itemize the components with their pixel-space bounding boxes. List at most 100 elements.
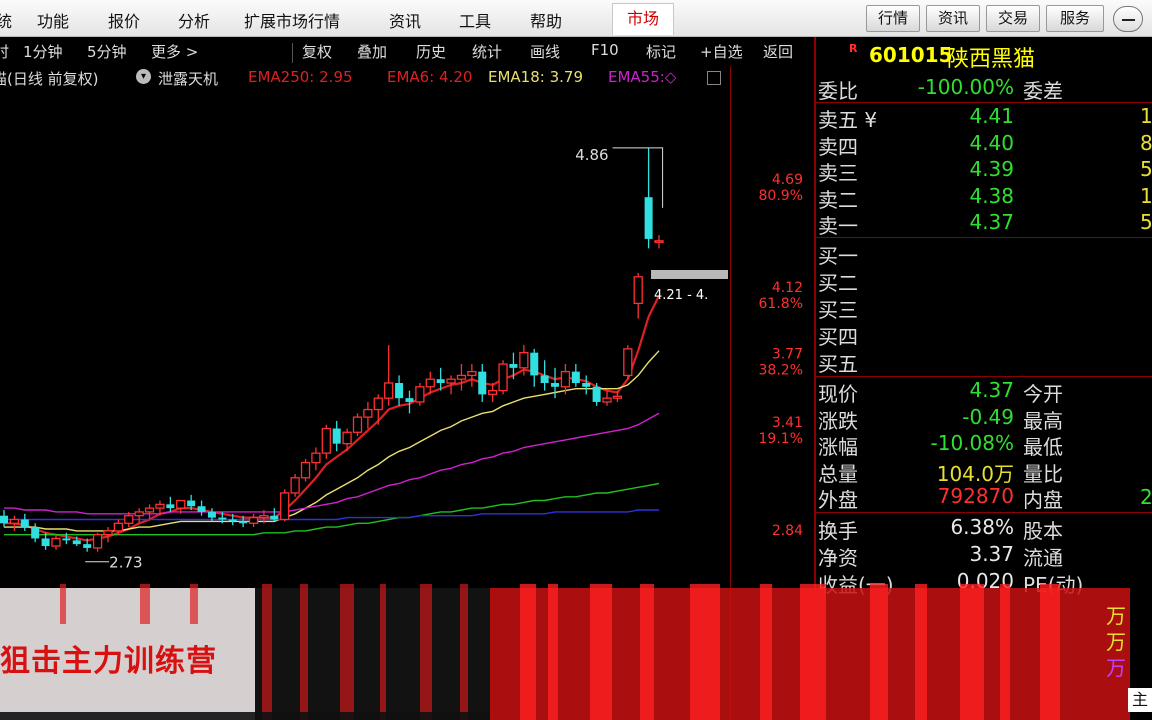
candle[interactable] (488, 383, 498, 402)
stat-0-value: 4.37 (969, 378, 1014, 402)
candle[interactable] (540, 360, 549, 391)
candle[interactable] (571, 364, 580, 387)
candle[interactable] (582, 375, 591, 395)
candle[interactable] (31, 523, 40, 543)
candle[interactable] (456, 364, 467, 391)
percent-tick-label: 61.8% (759, 296, 803, 312)
candle[interactable] (654, 235, 664, 249)
candle[interactable] (633, 273, 643, 319)
weicha-label: 委差 (1023, 79, 1063, 103)
candle[interactable] (134, 508, 144, 524)
range-label: 4.21 - 4. (654, 288, 708, 303)
candle[interactable] (467, 364, 477, 387)
candle[interactable] (384, 345, 394, 406)
candle[interactable] (311, 447, 321, 471)
period-more[interactable]: 更多 > (151, 41, 198, 62)
weibi-label: 委比 (818, 79, 858, 103)
tool-add-watchlist[interactable]: +自选 (700, 41, 743, 62)
candle[interactable] (498, 360, 508, 395)
candle[interactable] (166, 496, 175, 512)
stat-1-label: 涨跌 (818, 408, 858, 433)
candle[interactable] (415, 383, 425, 406)
service-button[interactable]: 服务 (1046, 5, 1104, 32)
indicator-name[interactable]: 泄露天机 (158, 68, 218, 89)
tool-mark[interactable]: 标记 (646, 41, 676, 62)
candle[interactable] (92, 532, 103, 552)
menu-news[interactable]: 资讯 (389, 8, 421, 32)
wan-unit: 万 (1106, 630, 1126, 654)
candle[interactable] (363, 401, 373, 429)
menu-extended-market[interactable]: 扩展市场行情 (244, 8, 340, 32)
main-tab[interactable]: 主 (1128, 688, 1152, 712)
candle[interactable] (509, 352, 518, 380)
candle[interactable] (395, 375, 404, 406)
chart-title: 猫(日线 前复权) (0, 70, 99, 88)
tool-f10[interactable]: F10 (591, 41, 619, 59)
tool-statistics[interactable]: 统计 (472, 41, 502, 62)
ema-line-ema (4, 482, 660, 536)
menu-quote[interactable]: 报价 (108, 8, 140, 32)
tool-draw-line[interactable]: 画线 (530, 41, 560, 62)
tool-history[interactable]: 历史 (416, 41, 446, 62)
tool-adjust[interactable]: 复权 (302, 41, 332, 62)
candle[interactable] (103, 527, 113, 543)
candle[interactable] (321, 424, 331, 459)
period-5min[interactable]: 5分钟 (87, 41, 127, 62)
candle[interactable] (373, 394, 383, 425)
tab-market[interactable]: 市场 (612, 3, 674, 35)
menu-system[interactable]: 统 (0, 8, 12, 32)
toolbar-divider (292, 43, 293, 63)
news-button[interactable]: 资讯 (926, 5, 980, 32)
candle[interactable] (602, 390, 612, 406)
candle[interactable] (332, 420, 341, 452)
stat-2-value: -10.08% (930, 431, 1014, 455)
minimize-button[interactable] (1113, 6, 1143, 32)
percent-tick-label: 19.1% (759, 431, 803, 447)
fund-0-label: 换手 (818, 519, 858, 543)
candle[interactable] (352, 413, 363, 437)
stock-name: 陕西黑猫 (947, 47, 1036, 72)
candle[interactable] (51, 534, 61, 550)
indicator-settings-box[interactable] (707, 71, 721, 85)
sell-level-2-value: 4.38 (969, 183, 1014, 208)
fund-0-extra: 股本 (1023, 519, 1063, 543)
buy-level-1-label: 买一 (818, 244, 858, 268)
candle[interactable] (623, 345, 633, 380)
menu-analysis[interactable]: 分析 (178, 8, 210, 32)
menu-tools[interactable]: 工具 (459, 8, 491, 32)
candle[interactable] (197, 500, 206, 516)
quote-button[interactable]: 行情 (866, 5, 920, 32)
tool-overlay[interactable]: 叠加 (357, 41, 387, 62)
candle[interactable] (280, 489, 290, 522)
percent-tick-label: 38.2% (759, 363, 803, 379)
candle[interactable] (20, 513, 29, 531)
tool-back[interactable]: 返回 (763, 41, 793, 62)
ema-line-ema250 (4, 509, 659, 521)
weibi-value: -100.00% (917, 75, 1014, 99)
candle[interactable] (478, 364, 487, 402)
buy-level-5-label: 买五 (818, 352, 858, 376)
menu-help[interactable]: 帮助 (530, 8, 562, 32)
ema55-label: EMA55:◇ (608, 68, 677, 86)
sell-volume: 1 (1140, 183, 1152, 208)
stat-0-extra: 今开 (1023, 382, 1063, 406)
candle[interactable] (9, 515, 20, 531)
candle[interactable] (0, 510, 8, 528)
candle[interactable] (290, 474, 300, 497)
period-1min[interactable]: 1分钟 (23, 41, 63, 62)
trade-button[interactable]: 交易 (986, 5, 1040, 32)
sell-volume: 5 (1140, 210, 1152, 234)
r-badge: R (849, 42, 858, 55)
dropdown-icon[interactable]: ▾ (136, 69, 151, 84)
stat-4-label: 外盘 (818, 488, 858, 512)
stat-3-extra: 量比 (1023, 461, 1063, 486)
candle[interactable] (248, 513, 259, 528)
ema250-label: EMA250: 2.95 (248, 68, 353, 86)
candle[interactable] (644, 147, 653, 249)
low-price-label: 2.73 (109, 554, 142, 572)
candle[interactable] (300, 458, 311, 482)
menu-function[interactable]: 功能 (37, 8, 69, 32)
candle[interactable] (530, 348, 539, 387)
fund-1-extra: 流通 (1023, 546, 1063, 570)
period-time[interactable]: 时 (0, 41, 9, 62)
